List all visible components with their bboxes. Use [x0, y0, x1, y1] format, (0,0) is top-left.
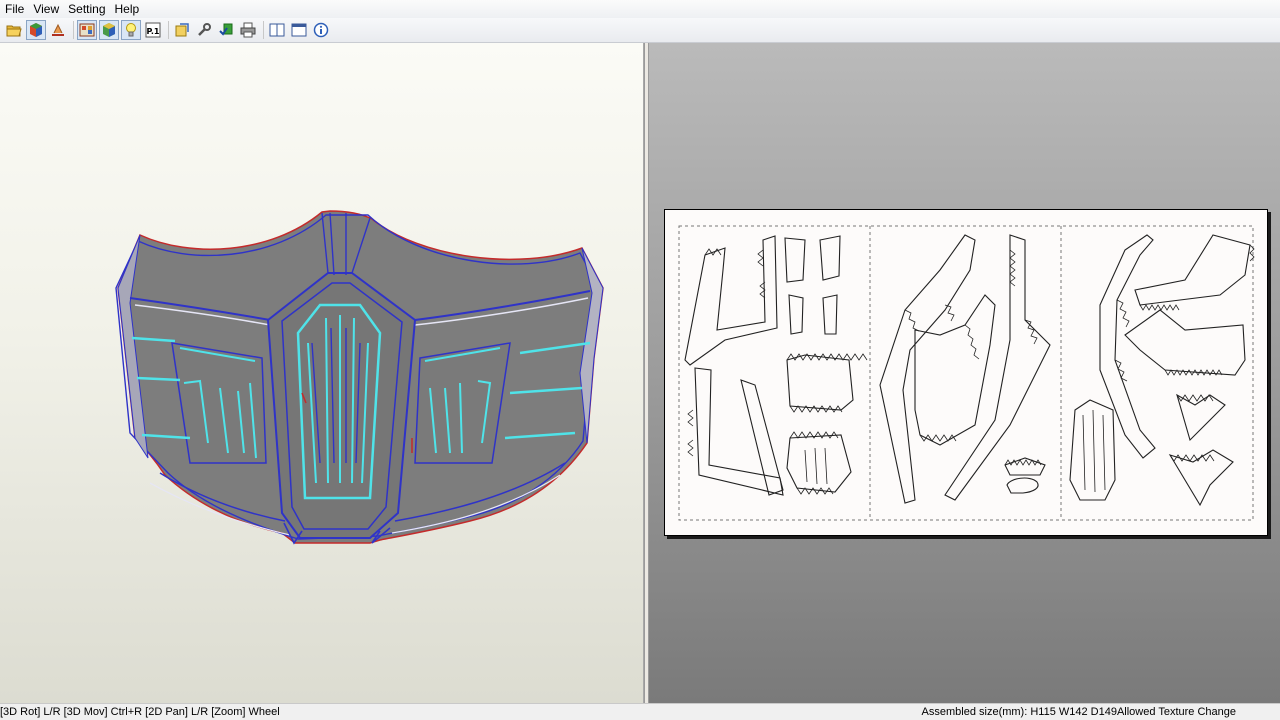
3d-view-pane[interactable] [0, 43, 644, 703]
open-button[interactable] [4, 20, 24, 40]
check-icon [219, 23, 233, 36]
texture-button[interactable] [77, 20, 97, 40]
texture-icon [79, 23, 95, 37]
page-1-parts [684, 235, 868, 496]
unfolded-parts[interactable] [665, 210, 1269, 537]
dual-view-icon [291, 23, 307, 37]
light-bulb-icon [126, 23, 136, 37]
info-button[interactable] [311, 20, 331, 40]
wrench-button[interactable] [194, 20, 214, 40]
toolbar-separator [73, 21, 74, 39]
menu-help[interactable]: Help [110, 1, 144, 17]
toolbar-separator [168, 21, 169, 39]
page-number-icon: P.1 [145, 22, 161, 38]
page-2-parts [879, 234, 1051, 504]
toolbar-separator [263, 21, 264, 39]
menu-file[interactable]: File [0, 1, 28, 17]
menu-view[interactable]: View [28, 1, 63, 17]
status-bar: [3D Rot] L/R [3D Mov] Ctrl+R [2D Pan] L/… [0, 703, 1280, 720]
light-button[interactable] [121, 20, 141, 40]
unfold-icon [52, 23, 64, 36]
status-controls-hint: [3D Rot] L/R [3D Mov] Ctrl+R [2D Pan] L/… [0, 706, 280, 718]
menu-setting[interactable]: Setting [63, 1, 109, 17]
single-view-button[interactable] [267, 20, 287, 40]
settings-icon [175, 23, 189, 37]
toolbar: P.1 [0, 18, 1280, 43]
print-icon [240, 22, 256, 38]
model-view-button[interactable] [99, 20, 119, 40]
wrench-icon [198, 23, 211, 36]
check-button[interactable] [216, 20, 236, 40]
3d-model-icon [30, 23, 42, 37]
mask-3d-model[interactable] [0, 43, 644, 703]
menu-bar: File View Setting Help [0, 0, 1280, 18]
page-3-parts [1069, 234, 1255, 507]
status-assembled-size: Assembled size(mm): H115 W142 D149Allowe… [921, 706, 1236, 718]
3d-view-button[interactable] [26, 20, 46, 40]
print-button[interactable] [238, 20, 258, 40]
svg-text:P.1: P.1 [147, 27, 160, 36]
open-folder-icon [6, 25, 22, 37]
unfold-button[interactable] [48, 20, 68, 40]
single-view-icon [269, 23, 285, 37]
info-icon [313, 22, 329, 38]
model-view-icon [103, 23, 115, 37]
page-number-button[interactable]: P.1 [143, 20, 163, 40]
pattern-sheet[interactable] [664, 209, 1268, 536]
dual-view-button[interactable] [289, 20, 309, 40]
settings-button[interactable] [172, 20, 192, 40]
